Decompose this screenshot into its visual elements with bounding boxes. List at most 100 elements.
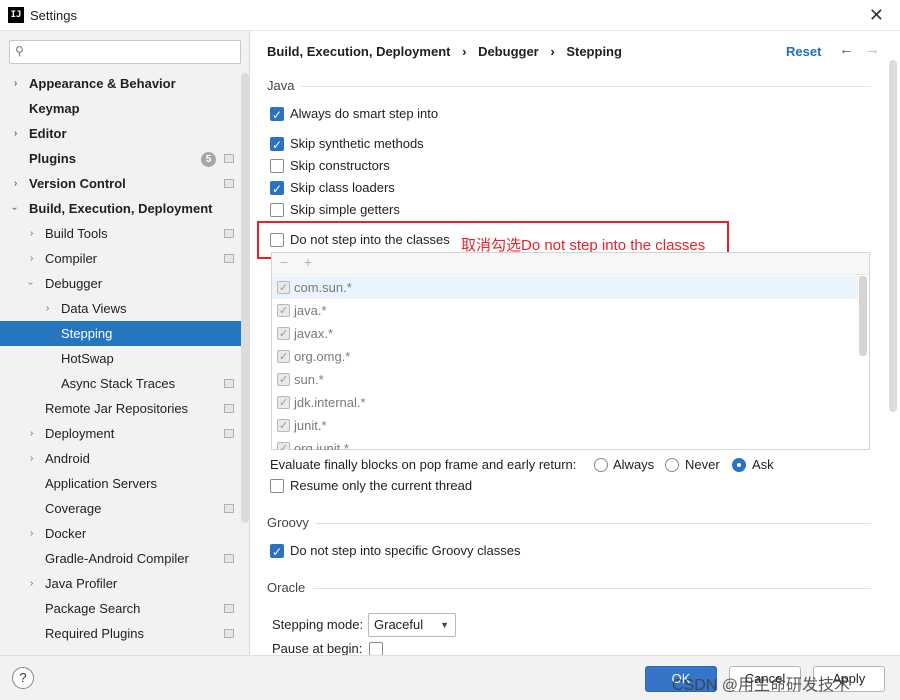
project-level-icon [224,404,234,413]
chevron-right-icon[interactable]: › [30,221,33,246]
list-item[interactable]: javax.* [272,322,858,346]
help-button[interactable]: ? [12,667,34,689]
sidebar-item-coverage[interactable]: Coverage [0,496,249,521]
chevron-right-icon[interactable]: › [30,421,33,446]
filter-checkbox[interactable] [277,277,290,300]
always-smart-step-checkbox[interactable] [270,105,284,125]
sidebar-item-remote-jar-repositories[interactable]: Remote Jar Repositories [0,396,249,421]
add-icon[interactable]: + [304,254,312,270]
sidebar-item-label: Remote Jar Repositories [45,401,189,416]
radio-ask[interactable] [732,458,746,472]
stepping-mode-select[interactable]: Graceful ▼ [368,613,456,637]
remove-icon[interactable]: − [280,254,288,270]
evaluate-finally-label: Evaluate finally blocks on pop frame and… [270,457,577,472]
section-divider [313,588,871,589]
sidebar-item-compiler[interactable]: › Compiler [0,246,249,271]
oracle-section-title: Oracle [267,580,306,595]
do-not-step-groovy-checkbox[interactable] [270,542,284,562]
list-item[interactable]: org.omg.* [272,345,858,369]
sidebar-item-label: Java Profiler [45,576,118,591]
sidebar-item-editor[interactable]: › Editor [0,121,249,146]
checkbox-label: Skip class loaders [290,180,395,195]
filter-pattern: org.omg.* [294,349,351,364]
sidebar-item-deployment[interactable]: › Deployment [0,421,249,446]
sidebar-item-stepping[interactable]: Stepping [0,321,249,346]
sidebar-item-version-control[interactable]: › Version Control [0,171,249,196]
project-level-icon [224,629,234,638]
filter-checkbox[interactable] [277,323,290,346]
chevron-right-icon[interactable]: › [14,71,17,96]
sidebar-item-required-plugins[interactable]: Required Plugins [0,621,249,646]
sidebar-item-docker[interactable]: › Docker [0,521,249,546]
filter-checkbox[interactable] [277,369,290,392]
skip-constructors-checkbox[interactable] [270,159,284,173]
sidebar-item-gradle-android-compiler[interactable]: Gradle-Android Compiler [0,546,249,571]
forward-arrow-icon[interactable]: → [865,41,880,58]
main-scrollbar[interactable] [889,60,897,412]
sidebar-item-async-stack-traces[interactable]: Async Stack Traces [0,371,249,396]
sidebar-item-build-tools[interactable]: › Build Tools [0,221,249,246]
radio-never[interactable] [665,458,679,472]
sidebar-item-package-search[interactable]: Package Search [0,596,249,621]
filter-checkbox[interactable] [277,415,290,438]
sidebar-item-label: Editor [29,126,67,141]
sidebar-item-android[interactable]: › Android [0,446,249,471]
sidebar-item-debugger[interactable]: › Debugger [0,271,249,296]
list-item[interactable]: jdk.internal.* [272,391,858,415]
breadcrumb: Build, Execution, Deployment › Debugger … [267,44,622,59]
settings-search-box[interactable]: ⚲ [9,40,241,64]
list-scrollbar[interactable] [859,276,867,356]
filter-checkbox[interactable] [277,346,290,369]
filter-checkbox[interactable] [277,300,290,323]
skip-simple-getters-checkbox[interactable] [270,203,284,217]
back-arrow-icon[interactable]: ← [839,41,854,58]
filter-pattern: com.sun.* [294,280,352,295]
pause-at-begin-checkbox[interactable] [369,642,383,655]
filter-checkbox[interactable] [277,438,290,450]
sidebar-item-build-execution-deployment[interactable]: › Build, Execution, Deployment [0,196,249,221]
resume-current-thread-checkbox[interactable] [270,479,284,493]
skip-synthetic-checkbox[interactable] [270,135,284,155]
list-item[interactable]: sun.* [272,368,858,392]
sidebar-item-label: Build Tools [45,226,108,241]
breadcrumb-item[interactable]: Build, Execution, Deployment [267,44,450,59]
chevron-right-icon[interactable]: › [46,296,49,321]
skip-class-loaders-checkbox[interactable] [270,179,284,199]
radio-always[interactable] [594,458,608,472]
chevron-down-icon[interactable]: › [18,282,43,285]
sidebar-item-plugins[interactable]: Plugins 5 [0,146,249,171]
sidebar-scrollbar[interactable] [241,73,249,523]
sidebar-item-appearance-behavior[interactable]: › Appearance & Behavior [0,71,249,96]
project-level-icon [224,154,234,163]
sidebar-item-label: Build, Execution, Deployment [29,201,213,216]
close-icon[interactable]: ✕ [869,5,884,26]
groovy-section-title: Groovy [267,515,309,530]
sidebar-item-hotswap[interactable]: HotSwap [0,346,249,371]
project-level-icon [224,379,234,388]
sidebar-item-keymap[interactable]: Keymap [0,96,249,121]
chevron-right-icon[interactable]: › [14,121,17,146]
sidebar-item-application-servers[interactable]: Application Servers [0,471,249,496]
dialog-footer: ? OK Cancel Apply CSDN @用生命研发技术 [0,655,900,700]
list-item[interactable]: com.sun.* [272,276,858,300]
settings-search-input[interactable] [34,43,234,61]
plugins-update-badge: 5 [201,152,216,167]
sidebar-item-java-profiler[interactable]: › Java Profiler [0,571,249,596]
chevron-right-icon[interactable]: › [30,246,33,271]
sidebar-item-data-views[interactable]: › Data Views [0,296,249,321]
chevron-right-icon[interactable]: › [14,171,17,196]
list-item[interactable]: org.junit.* [272,437,858,450]
filter-checkbox[interactable] [277,392,290,415]
class-filters-list: − + com.sun.* java.* javax.* org.omg.* s… [271,252,870,450]
chevron-right-icon[interactable]: › [30,446,33,471]
chevron-down-icon[interactable]: › [2,207,27,210]
chevron-right-icon[interactable]: › [30,571,33,596]
list-item[interactable]: java.* [272,299,858,323]
breadcrumb-item[interactable]: Debugger [478,44,539,59]
radio-label: Always [613,457,655,472]
chevron-right-icon[interactable]: › [30,521,33,546]
list-item[interactable]: junit.* [272,414,858,438]
class-filter-rows: com.sun.* java.* javax.* org.omg.* sun.*… [272,276,858,450]
sidebar-item-label: Docker [45,526,87,541]
reset-link[interactable]: Reset [786,44,821,59]
